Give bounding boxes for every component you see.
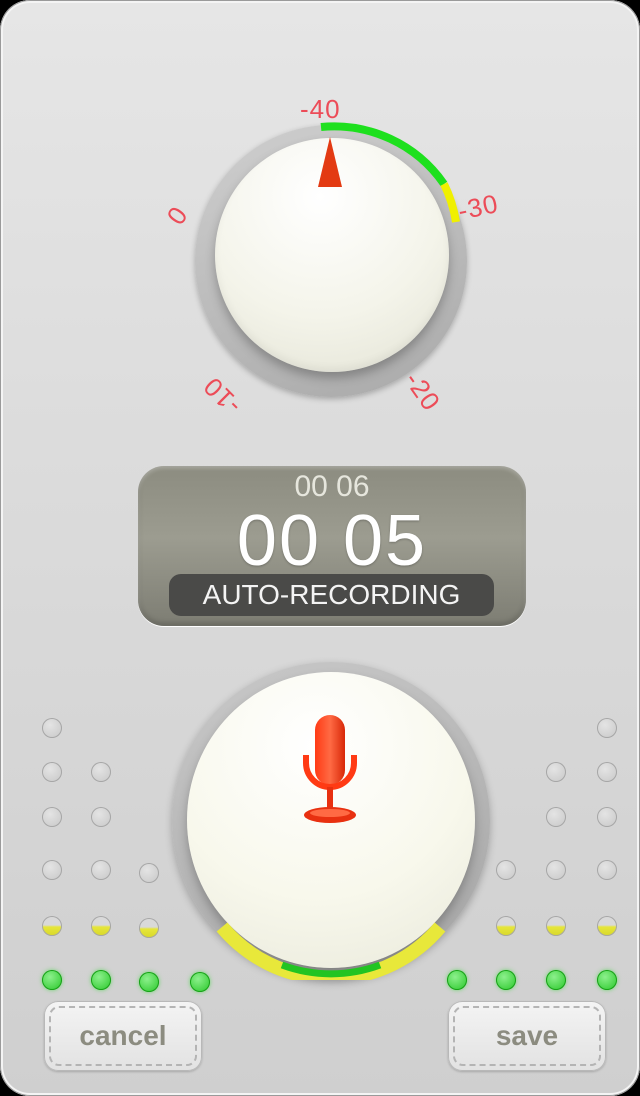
elapsed-time: 00 06 (294, 470, 370, 503)
right-meter-led (546, 860, 566, 880)
threshold-dial[interactable]: -40 -30 0 -10 -20 (150, 80, 510, 440)
right-meter-led (546, 807, 566, 827)
microphone-icon (303, 715, 357, 823)
left-meter-led (42, 970, 62, 990)
left-meter-led (91, 860, 111, 880)
right-meter-led (546, 916, 566, 936)
dial-pointer-icon (318, 137, 342, 187)
right-meter-led (597, 807, 617, 827)
cancel-button[interactable]: cancel (44, 1001, 202, 1071)
right-meter-led (597, 970, 617, 990)
right-meter-led (496, 970, 516, 990)
left-meter-led (139, 918, 159, 938)
left-meter-led (91, 916, 111, 936)
countdown-time: 00 05 (236, 501, 428, 581)
right-meter-led (597, 916, 617, 936)
right-meter-led (597, 762, 617, 782)
left-meter-led (91, 970, 111, 990)
right-meter-led (546, 970, 566, 990)
left-meter-led (42, 762, 62, 782)
recorder-panel: -40 -30 0 -10 -20 00 06 00 05 AUTO-RECOR… (0, 0, 640, 1096)
right-meter-led (546, 762, 566, 782)
right-meter-led (496, 916, 516, 936)
left-meter-led (91, 762, 111, 782)
left-meter-led (91, 807, 111, 827)
left-meter-led (42, 718, 62, 738)
save-button-label: save (495, 1020, 559, 1051)
cancel-button-label: cancel (79, 1020, 167, 1051)
left-meter-led (139, 972, 159, 992)
save-button[interactable]: save (448, 1001, 606, 1071)
time-display: 00 06 00 05 AUTO-RECORDING (138, 466, 526, 626)
left-meter-led (42, 860, 62, 880)
left-meter-led (190, 972, 210, 992)
left-meter-led (42, 916, 62, 936)
left-meter-led (139, 863, 159, 883)
right-meter-led (496, 860, 516, 880)
status-label: AUTO-RECORDING (169, 574, 494, 616)
right-meter-led (597, 860, 617, 880)
dial-label-minus40: -40 (300, 94, 341, 124)
right-meter-led (447, 970, 467, 990)
right-meter-led (597, 718, 617, 738)
left-meter-led (42, 807, 62, 827)
